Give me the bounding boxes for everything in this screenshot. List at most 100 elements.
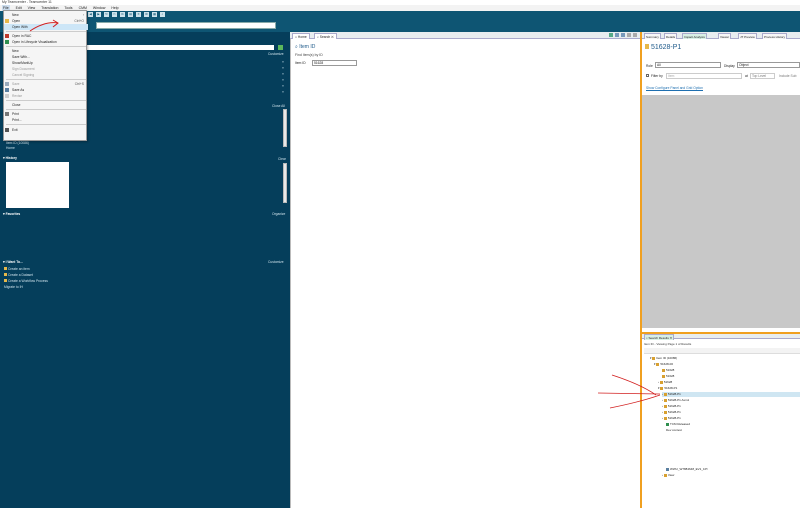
tab-search-results[interactable]: ⌕ Search Results ✕ [644, 334, 674, 340]
menu-separator [6, 124, 86, 125]
menu-item-label: Show/MarkUp [12, 61, 33, 65]
grid-icon[interactable]: ▦ [152, 12, 157, 17]
organize-link[interactable]: Organize [272, 212, 285, 216]
nav-chevron-icon[interactable]: » [282, 90, 284, 94]
main-toolbar: ◀ ▶ ↻ ✂ ⧉ ▤ ✕ ⚙ ▦ ⌕ [0, 11, 800, 19]
recent-scrollbar[interactable] [283, 109, 287, 147]
menu-item-revise[interactable]: Revise [4, 93, 88, 99]
item-id-input[interactable]: 51628 [312, 60, 357, 66]
item-icon [656, 362, 660, 366]
minimize-icon[interactable] [627, 33, 631, 37]
menu-item-exit[interactable]: Exit [4, 127, 88, 133]
search-options-icon[interactable] [621, 33, 625, 37]
recent-item[interactable]: Home [6, 146, 15, 150]
nav-chevron-icon[interactable]: » [282, 72, 284, 76]
tree-node-label: WWU_W7884648_EV1_1PI [670, 467, 708, 471]
menu-item-open-in-lifecycle-viz[interactable]: Open in Lifecycle Visualization [4, 39, 88, 45]
query-icon [652, 356, 656, 360]
tab-search[interactable]: ⌕ Search ✕ [314, 33, 337, 39]
nav-chevron-icon[interactable]: » [282, 60, 284, 64]
role-label: Role [646, 64, 653, 68]
tree-node[interactable]: › View [662, 473, 674, 478]
address-input[interactable] [96, 22, 276, 29]
tree-node[interactable]: 51628 [662, 374, 674, 379]
item-icon [662, 374, 665, 378]
item-revision-icon [645, 44, 649, 49]
tab-label: Home [297, 35, 307, 39]
quick-search-go-button[interactable] [278, 45, 283, 50]
delete-icon[interactable]: ✕ [136, 12, 141, 17]
tree-node-label: View [667, 473, 675, 477]
filter-input[interactable]: Item [666, 73, 742, 79]
close-all-link[interactable]: Close All [272, 104, 285, 108]
nav-chevron-icon[interactable]: » [282, 84, 284, 88]
menu-item-label: Print... [12, 118, 22, 122]
tree-node[interactable]: › 51628 [658, 380, 672, 385]
nav-chevron-icon[interactable]: » [282, 78, 284, 82]
tab-summary[interactable]: Summary [644, 33, 661, 39]
tab-label: Search Results [648, 336, 669, 340]
item-icon [662, 368, 665, 372]
customize-link[interactable]: Customize [268, 52, 284, 56]
level-select[interactable]: Top Level [750, 73, 775, 79]
clear-search-icon[interactable] [615, 33, 619, 37]
menu-item-label: New [12, 13, 19, 17]
menu-item-cancel-signing[interactable]: Cancel Signing [4, 72, 88, 78]
search-title: ⌕ Item ID [295, 44, 316, 50]
tab-process-history[interactable]: Process History [762, 33, 788, 39]
tree-node[interactable]: ▾ 51628-00 [654, 362, 673, 367]
tree-node[interactable]: › 51628-P1 [662, 416, 681, 421]
iwant-item[interactable]: Create a Dataset [4, 273, 33, 277]
iwant-item[interactable]: Create a Workflow Process [4, 279, 48, 283]
iwant-item[interactable]: Migrate to IH [4, 285, 23, 289]
menu-item-label: Sign Document [12, 67, 35, 71]
nav-chevron-icon[interactable]: » [282, 66, 284, 70]
tree-node[interactable]: › 51628-P1 [662, 404, 681, 409]
menu-item-label: Print [12, 112, 19, 116]
menu-separator [6, 46, 86, 47]
tree-node[interactable]: › 51628-P1 Asm1 [662, 398, 689, 403]
tree-node[interactable]: ▾ 51628-P1 [658, 386, 677, 391]
release-status-icon [666, 422, 669, 426]
tab-impact-analysis[interactable]: Impact Analysis [682, 33, 707, 39]
tab-jt-preview[interactable]: JT Preview [738, 33, 757, 39]
menu-item-open-with[interactable]: Open With [4, 24, 88, 30]
maximize-icon[interactable] [633, 33, 637, 37]
include-sub-label[interactable]: Include Sub [779, 74, 796, 78]
iwant-item[interactable]: Create an item [4, 267, 30, 271]
history-scrollbar[interactable] [283, 163, 287, 203]
paste-icon[interactable]: ▤ [128, 12, 133, 17]
customize-link[interactable]: Customize [268, 260, 284, 264]
menu-separator [6, 31, 86, 32]
refresh-icon[interactable]: ↻ [104, 12, 109, 17]
tree-node[interactable]: › 51628-P1 [662, 410, 681, 415]
display-select[interactable]: Object [737, 62, 800, 68]
forward-icon[interactable]: ▶ [96, 12, 101, 17]
tree-node[interactable]: TCM Released [666, 422, 690, 427]
tree-node[interactable]: Dev context [666, 428, 682, 433]
clear-link[interactable]: Clear [278, 157, 286, 161]
configure-panel-link[interactable]: Show Configure Panel and Grid Option [646, 86, 703, 90]
back-icon[interactable]: ◀ [88, 12, 93, 17]
cut-icon[interactable]: ✂ [112, 12, 117, 17]
tab-details[interactable]: Details [664, 33, 678, 39]
recent-item[interactable]: Item ID (10086) [6, 141, 29, 145]
menu-item-print-dialog[interactable]: Print... [4, 117, 88, 123]
role-select[interactable]: All [655, 62, 721, 68]
tree-node-selected[interactable]: › 51628-P1 [662, 392, 800, 397]
search-icon[interactable]: ⌕ [160, 12, 165, 17]
dataset-icon [666, 467, 669, 471]
run-search-icon[interactable] [609, 33, 613, 37]
tab-viewer[interactable]: Viewer [718, 33, 732, 39]
menu-item-close[interactable]: Close [4, 102, 88, 108]
filter-checkbox[interactable] [646, 74, 649, 77]
settings-icon[interactable]: ⚙ [144, 12, 149, 17]
iwant-item-label: Migrate to IH [4, 285, 23, 289]
tree-node[interactable]: ▾ Item ID (10086) [650, 356, 677, 361]
iwant-item-label: Create a Workflow Process [8, 279, 48, 283]
menu-separator [6, 109, 86, 110]
tree-node[interactable]: 51628 [662, 368, 674, 373]
copy-icon[interactable]: ⧉ [120, 12, 125, 17]
tab-home[interactable]: ⌂ Home [292, 33, 310, 39]
tree-node[interactable]: WWU_W7884648_EV1_1PI [666, 467, 708, 472]
